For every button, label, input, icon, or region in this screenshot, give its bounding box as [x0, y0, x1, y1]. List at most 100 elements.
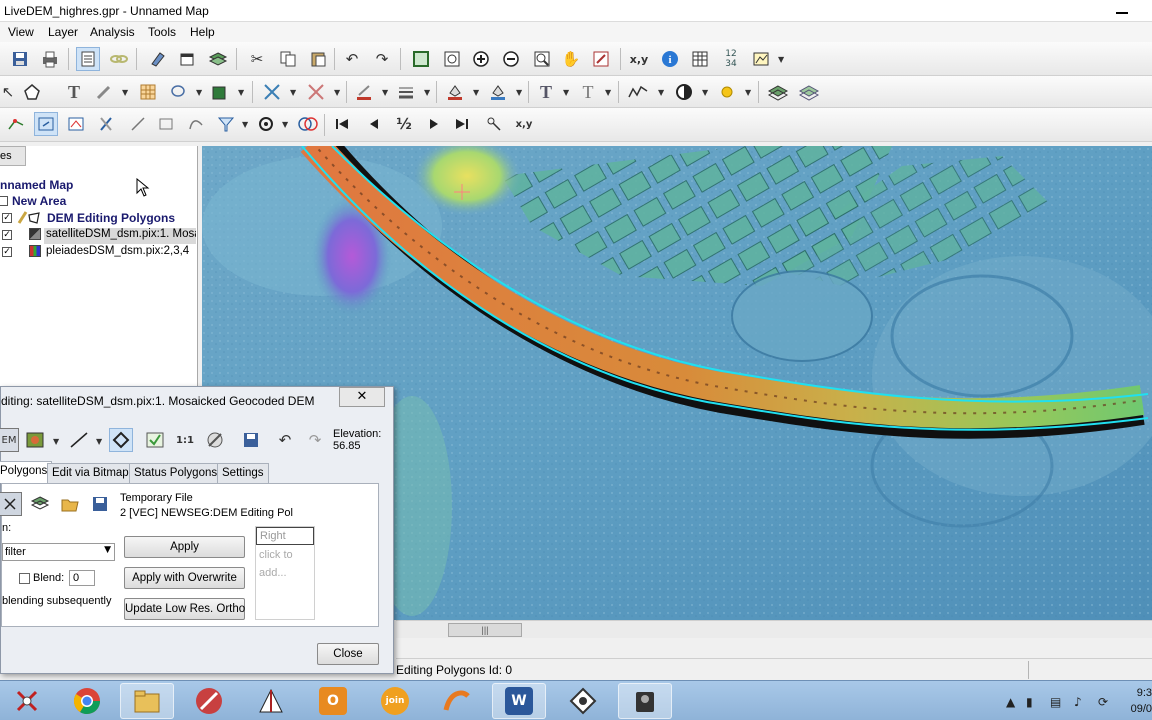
line-style-icon[interactable]: [260, 80, 284, 104]
chart-icon[interactable]: [749, 47, 773, 71]
tree-layer-2[interactable]: pleiadesDSM_dsm.pix:2,3,4: [46, 245, 189, 261]
first-record-icon[interactable]: [330, 112, 354, 136]
tree-area-node[interactable]: New Area: [12, 194, 66, 210]
taskbar-join-me[interactable]: join: [368, 683, 422, 719]
area-expand-icon[interactable]: [0, 196, 8, 206]
scale-1-1-icon[interactable]: 1:1: [173, 428, 197, 452]
select-shape-icon[interactable]: [34, 112, 58, 136]
save-file-icon[interactable]: [88, 492, 112, 516]
pen-color-dropdown-arrow-icon[interactable]: ▼: [382, 88, 388, 97]
intersect-icon[interactable]: [296, 112, 320, 136]
layers-tab[interactable]: es: [0, 146, 26, 166]
next-record-icon[interactable]: [422, 112, 446, 136]
apply-button[interactable]: Apply: [124, 536, 245, 558]
vertex-edit-icon[interactable]: [4, 112, 28, 136]
undo-icon[interactable]: ↶: [340, 47, 364, 71]
redo-icon[interactable]: ↷: [370, 47, 394, 71]
freehand-icon[interactable]: [184, 112, 208, 136]
previous-record-icon[interactable]: [362, 112, 386, 136]
dialog-redo-icon[interactable]: ↷: [303, 428, 327, 452]
text-tool-icon[interactable]: T: [62, 80, 86, 104]
fill-dropdown-arrow-icon[interactable]: ▼: [238, 88, 244, 97]
draw-line-icon[interactable]: [67, 428, 91, 452]
layer-1-checkbox[interactable]: ✓: [2, 230, 12, 240]
lasso-dropdown-arrow-icon[interactable]: ▼: [196, 88, 202, 97]
map-horizontal-scrollbar[interactable]: |||: [396, 620, 1152, 638]
zoom-window-icon[interactable]: [440, 47, 464, 71]
tab-edit-via-bitmap[interactable]: Edit via Bitmap: [47, 463, 134, 483]
pointer-select-icon[interactable]: [0, 492, 22, 516]
menu-layer[interactable]: Layer: [48, 25, 78, 39]
brightness-icon[interactable]: [715, 80, 739, 104]
dialog-save-icon[interactable]: [239, 428, 263, 452]
line-weight-icon[interactable]: [394, 80, 418, 104]
tray-device-icon[interactable]: ▮: [1026, 695, 1033, 709]
info-icon[interactable]: i: [658, 47, 682, 71]
layers-icon[interactable]: [206, 47, 230, 71]
edit-tool-icon[interactable]: [203, 428, 227, 452]
tray-expand-icon[interactable]: ▲: [1006, 695, 1015, 709]
taskbar-media-app[interactable]: [182, 683, 236, 719]
right-list[interactable]: Right click to add...: [255, 526, 315, 620]
xy-transform-icon[interactable]: x,y: [512, 112, 536, 136]
grid-icon[interactable]: [136, 80, 160, 104]
zoom-out-icon[interactable]: [499, 47, 523, 71]
pan-icon[interactable]: ✋: [559, 47, 583, 71]
tray-network-icon[interactable]: ▤: [1050, 695, 1061, 709]
font-color-icon[interactable]: T: [576, 80, 600, 104]
font-style-dropdown-arrow-icon[interactable]: ▼: [563, 88, 569, 97]
pen-color-icon[interactable]: [352, 80, 376, 104]
save-icon[interactable]: [8, 47, 32, 71]
line-icon[interactable]: [126, 112, 150, 136]
fill-color-icon[interactable]: [443, 80, 467, 104]
dialog-undo-icon[interactable]: ↶: [273, 428, 297, 452]
print-layout-icon[interactable]: [76, 47, 100, 71]
curve-tool-icon[interactable]: [626, 80, 650, 104]
menu-help[interactable]: Help: [190, 25, 215, 39]
taskbar-geomatica-focus[interactable]: [244, 683, 298, 719]
layer-add-icon[interactable]: [28, 492, 52, 516]
tab-status-polygons[interactable]: Status Polygons: [129, 463, 223, 483]
line-symbol-dropdown-arrow-icon[interactable]: ▼: [334, 88, 340, 97]
group-checkbox[interactable]: ✓: [2, 213, 12, 223]
chart-dropdown-arrow-icon[interactable]: ▼: [778, 55, 784, 64]
menu-analysis[interactable]: Analysis: [90, 25, 135, 39]
tab-settings[interactable]: Settings: [217, 463, 269, 483]
taskbar-camera-app[interactable]: [618, 683, 672, 719]
tree-layer-1[interactable]: satelliteDSM_dsm.pix:1. Mosaic: [44, 228, 196, 244]
reshape-icon[interactable]: [64, 112, 88, 136]
close-button[interactable]: Close: [317, 643, 379, 665]
taskbar-snipping-tool[interactable]: [0, 683, 54, 719]
dem-mode-button[interactable]: EM: [0, 428, 19, 452]
layer-2-checkbox[interactable]: ✓: [2, 247, 12, 257]
menu-tools[interactable]: Tools: [148, 25, 176, 39]
coordinate-icon[interactable]: x,y: [627, 47, 651, 71]
brush-icon[interactable]: [92, 80, 116, 104]
update-low-res-ortho-button[interactable]: Update Low Res. Ortho: [124, 598, 245, 620]
edit-polygon-icon[interactable]: [109, 428, 133, 452]
contrast-icon[interactable]: [672, 80, 696, 104]
zoom-in-icon[interactable]: [469, 47, 493, 71]
layer-stack-icon[interactable]: [766, 80, 790, 104]
open-folder-icon[interactable]: [58, 492, 82, 516]
snap-icon[interactable]: [254, 112, 278, 136]
last-record-icon[interactable]: [450, 112, 474, 136]
blend-input[interactable]: 0: [69, 570, 95, 586]
taskbar-outlook[interactable]: O: [306, 683, 360, 719]
font-style-icon[interactable]: T: [534, 80, 558, 104]
blend-checkbox[interactable]: [19, 573, 30, 584]
numbering-icon[interactable]: 12 34: [719, 47, 743, 71]
rectangle-icon[interactable]: [154, 112, 178, 136]
tray-update-icon[interactable]: ⟳: [1098, 695, 1108, 709]
dialog-close-x-button[interactable]: ✕: [339, 387, 385, 407]
zoom-previous-icon[interactable]: [589, 47, 613, 71]
polygon-tool-icon[interactable]: [20, 80, 44, 104]
tree-map-node[interactable]: nnamed Map: [0, 178, 73, 194]
font-color-dropdown-arrow-icon[interactable]: ▼: [605, 88, 611, 97]
contrast-dropdown-arrow-icon[interactable]: ▼: [702, 88, 708, 97]
zoom-layer-icon[interactable]: [530, 47, 554, 71]
link-icon[interactable]: [107, 47, 131, 71]
pattern-fill-dropdown-arrow-icon[interactable]: ▼: [516, 88, 522, 97]
filter-select[interactable]: filter ▼: [2, 543, 115, 561]
line-symbol-icon[interactable]: [304, 80, 328, 104]
